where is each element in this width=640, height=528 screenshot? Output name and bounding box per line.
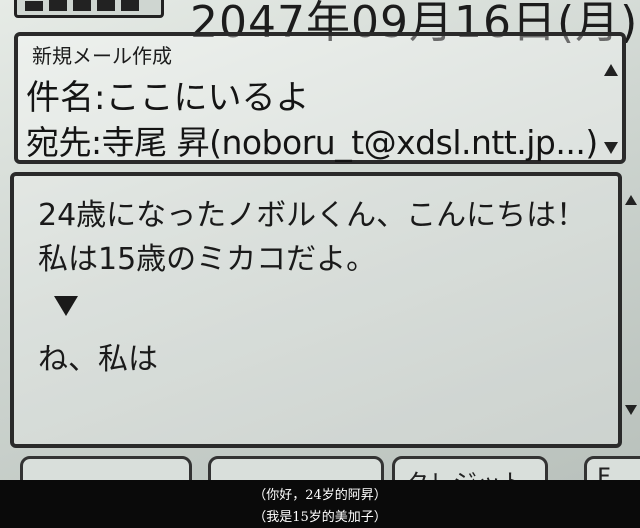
credit-button[interactable]: クレジット [392, 456, 548, 480]
header-scroll-up-icon[interactable] [604, 64, 618, 76]
subtitle-line: （你好，24岁的阿昇） [253, 488, 387, 503]
header-scroll-down-icon[interactable] [604, 142, 618, 154]
mail-header-panel: 新規メール作成 件名:ここにいるよ 宛先:寺尾 昇(noboru_t@xdsl.… [14, 32, 626, 164]
softkey-middle-button[interactable] [208, 456, 384, 480]
body-scroll-down-icon[interactable] [625, 405, 637, 415]
subject-field[interactable]: 件名:ここにいるよ [26, 70, 309, 119]
recipient-field[interactable]: 宛先:寺尾 昇(noboru_t@xdsl.ntt.jp...) [26, 116, 598, 164]
body-scroll-up-icon[interactable] [625, 195, 637, 205]
message-line: 私は15歳のミカコだよ。 [38, 242, 377, 277]
subtitle-line: （我是15岁的美加子） [253, 510, 387, 525]
message-line: ね、私は [38, 342, 158, 377]
signal-strength-icon [14, 0, 164, 18]
phone-screen: 2047年09月16日(月) 新規メール作成 件名:ここにいるよ 宛先:寺尾 昇… [0, 0, 640, 480]
f-button[interactable]: F [584, 456, 640, 480]
message-line: 24歳になったノボルくん、こんにちは！ [38, 198, 587, 233]
message-body-panel[interactable]: 24歳になったノボルくん、こんにちは！ 私は15歳のミカコだよ。 ね、私は [10, 172, 622, 448]
softkey-left-button[interactable] [20, 456, 192, 480]
compose-title: 新規メール作成 [32, 44, 172, 68]
continue-triangle-icon [54, 296, 78, 316]
subtitle-bar: （你好，24岁的阿昇） （我是15岁的美加子） [0, 480, 640, 528]
